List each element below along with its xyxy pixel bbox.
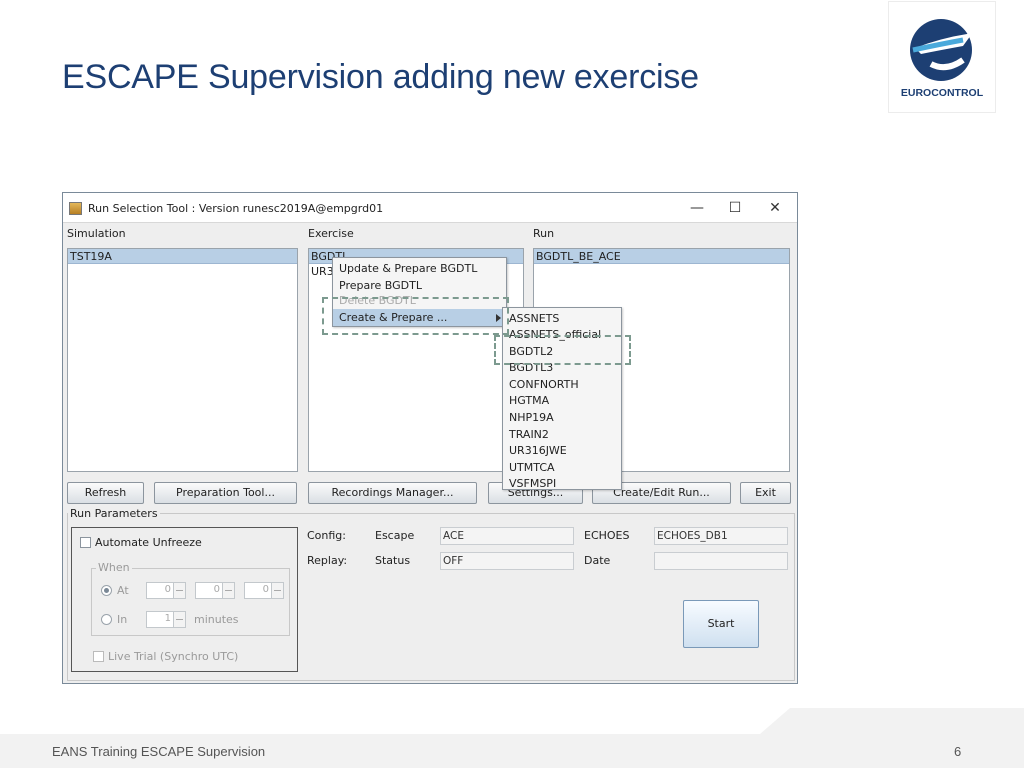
config-label: Config: — [307, 529, 346, 542]
submenu-item-hgtma[interactable]: HGTMA — [503, 392, 621, 409]
spinner-arrows-icon[interactable] — [222, 583, 234, 598]
simulation-label: Simulation — [67, 227, 126, 240]
run-selection-window: Run Selection Tool : Version runesc2019A… — [62, 192, 798, 684]
at-label: At — [117, 584, 129, 597]
simulation-item-selected[interactable]: TST19A — [68, 249, 297, 264]
page-number: 6 — [954, 744, 962, 759]
logo-text: EUROCONTROL — [900, 87, 984, 99]
eurocontrol-logo: EUROCONTROL — [888, 1, 996, 113]
menu-item-update-prepare[interactable]: Update & Prepare BGDTL — [333, 260, 506, 277]
submenu-item-confnorth[interactable]: CONFNORTH — [503, 376, 621, 393]
when-label: When — [96, 561, 132, 574]
replay-label: Replay: — [307, 554, 348, 567]
close-icon[interactable]: ✕ — [761, 198, 789, 218]
refresh-button[interactable]: Refresh — [67, 482, 144, 504]
status-label: Status — [375, 554, 411, 567]
automate-unfreeze-checkbox[interactable] — [80, 537, 91, 548]
submenu-item-nhp19a[interactable]: NHP19A — [503, 409, 621, 426]
exercise-label: Exercise — [308, 227, 354, 240]
spinner-arrows-icon[interactable] — [173, 583, 185, 598]
submenu-item-utmtca[interactable]: UTMTCA — [503, 459, 621, 476]
escape-label: Escape — [375, 529, 415, 542]
in-minutes-value: 1 — [164, 613, 171, 624]
in-radio[interactable] — [101, 614, 112, 625]
at-hours-spinner[interactable]: 0 — [146, 582, 186, 599]
date-field — [654, 552, 788, 570]
start-button[interactable]: Start — [683, 600, 759, 648]
submenu-item-vsfmspi[interactable]: VSFMSPI — [503, 475, 621, 492]
run-item-selected[interactable]: BGDTL_BE_ACE — [534, 249, 789, 264]
at-radio[interactable] — [101, 585, 112, 596]
date-label: Date — [584, 554, 611, 567]
bgdtl2-callout — [494, 335, 631, 365]
run-parameters-label: Run Parameters — [68, 507, 160, 520]
escape-field: ACE — [440, 527, 574, 545]
preparation-tool-button[interactable]: Preparation Tool... — [154, 482, 297, 504]
eurocontrol-logo-icon — [910, 19, 979, 81]
recordings-manager-button[interactable]: Recordings Manager... — [308, 482, 477, 504]
maximize-icon[interactable]: ☐ — [721, 198, 749, 218]
window-title: Run Selection Tool : Version runesc2019A… — [88, 202, 384, 215]
at-hours-value: 0 — [164, 584, 171, 595]
spinner-arrows-icon[interactable] — [271, 583, 283, 598]
app-icon — [69, 202, 82, 215]
spinner-arrows-icon[interactable] — [173, 612, 185, 627]
exit-button[interactable]: Exit — [740, 482, 791, 504]
submenu-item-train2[interactable]: TRAIN2 — [503, 426, 621, 443]
in-label: In — [117, 613, 128, 626]
at-minutes-spinner[interactable]: 0 — [195, 582, 235, 599]
in-minutes-spinner[interactable]: 1 — [146, 611, 186, 628]
echoes-label: ECHOES — [584, 529, 630, 542]
at-minutes-value: 0 — [213, 584, 220, 595]
live-trial-label: Live Trial (Synchro UTC) — [108, 650, 239, 663]
live-trial-checkbox[interactable] — [93, 651, 104, 662]
footer-band — [0, 708, 1024, 768]
exercise-item[interactable]: UR3 — [311, 264, 334, 279]
submenu-item-ur316jwe[interactable]: UR316JWE — [503, 442, 621, 459]
echoes-field: ECHOES_DB1 — [654, 527, 788, 545]
footer-text: EANS Training ESCAPE Supervision — [52, 744, 266, 759]
run-label: Run — [533, 227, 555, 240]
submenu-item-assnets[interactable]: ASSNETS — [503, 310, 621, 327]
minimize-icon[interactable]: — — [683, 198, 711, 218]
window-titlebar: Run Selection Tool : Version runesc2019A… — [63, 193, 797, 223]
create-prepare-callout — [322, 297, 509, 335]
at-seconds-spinner[interactable]: 0 — [244, 582, 284, 599]
simulation-list[interactable]: TST19A — [67, 248, 298, 472]
slide-title: ESCAPE Supervision adding new exercise — [62, 58, 699, 96]
at-seconds-value: 0 — [262, 584, 269, 595]
minutes-label: minutes — [194, 613, 239, 626]
automate-unfreeze-label: Automate Unfreeze — [95, 536, 202, 549]
status-field: OFF — [440, 552, 574, 570]
